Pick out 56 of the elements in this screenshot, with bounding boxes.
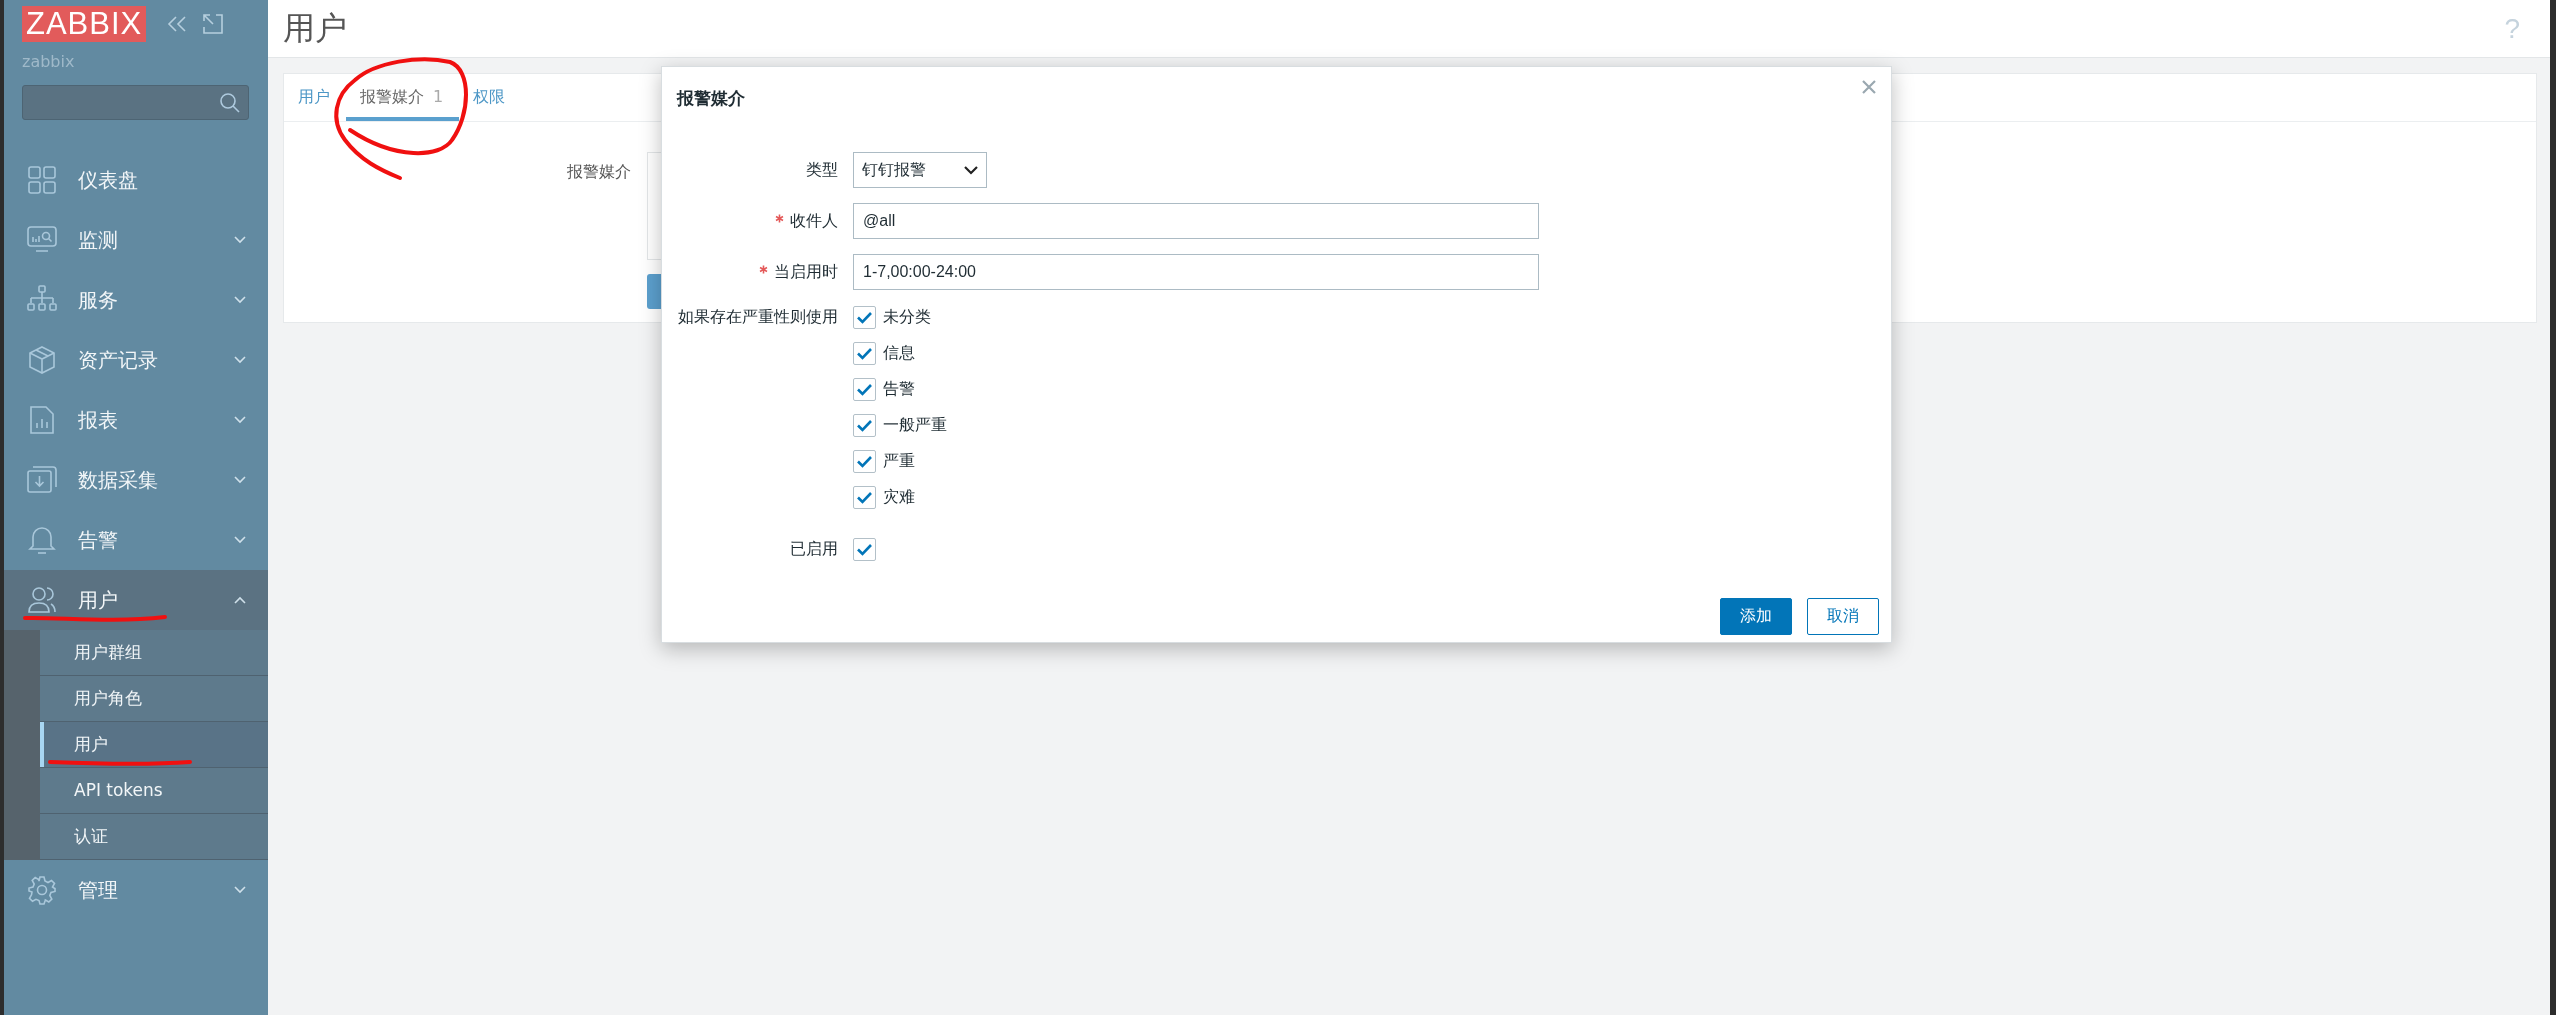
- checkbox[interactable]: [853, 305, 876, 329]
- checkbox[interactable]: [853, 413, 876, 437]
- tab[interactable]: 权限: [459, 74, 522, 121]
- report-icon: [27, 405, 57, 435]
- menu-item[interactable]: 数据采集: [4, 450, 268, 510]
- submenu-item[interactable]: 用户: [40, 722, 268, 768]
- import-icon: [27, 465, 57, 495]
- input-field[interactable]: @all: [853, 203, 1539, 239]
- page-title: 用户: [283, 7, 348, 49]
- field-label: 收件人: [790, 210, 838, 232]
- field-label: 已启用: [790, 538, 838, 560]
- cancel-button[interactable]: 取消: [1807, 598, 1879, 635]
- server-name: zabbix: [22, 52, 75, 71]
- monitor-icon: [27, 225, 57, 255]
- box-icon: [27, 345, 57, 375]
- gear-icon: [27, 875, 57, 905]
- expand-icon: [202, 13, 225, 35]
- menu-item[interactable]: 告警: [4, 510, 268, 570]
- required-icon: [759, 264, 768, 274]
- bell-icon: [27, 525, 57, 555]
- checkbox-label: 灾难: [883, 486, 915, 508]
- chevron-down-icon: [964, 165, 978, 175]
- field-label: 类型: [806, 159, 838, 181]
- checkbox-label: 告警: [883, 378, 915, 400]
- checkbox[interactable]: [853, 341, 876, 365]
- menu-item[interactable]: 报表: [4, 390, 268, 450]
- field-label: 报警媒介: [566, 161, 631, 183]
- dialog-title: 报警媒介: [677, 87, 746, 110]
- menu-item[interactable]: 资产记录: [4, 330, 268, 390]
- menu-item[interactable]: 仪表盘: [4, 150, 268, 210]
- checkbox-label: 严重: [883, 450, 915, 472]
- checkbox[interactable]: [853, 485, 876, 509]
- collapse-icon: [166, 15, 189, 33]
- checkbox[interactable]: [853, 377, 876, 401]
- required-icon: [775, 213, 784, 223]
- type-select[interactable]: 钉钉报警: [853, 152, 987, 188]
- menu-item[interactable]: 用户: [4, 570, 268, 630]
- menu-item[interactable]: 监测: [4, 210, 268, 270]
- tab[interactable]: 报警媒介 1: [346, 74, 460, 121]
- field-label: 当启用时: [774, 261, 838, 283]
- checkbox-label: 未分类: [883, 306, 931, 328]
- field-label: 如果存在严重性则使用: [678, 306, 838, 328]
- menu-item[interactable]: 服务: [4, 270, 268, 330]
- users-icon: [27, 585, 57, 615]
- search-field[interactable]: [22, 85, 249, 120]
- checkbox-label: 一般严重: [883, 414, 947, 436]
- zabbix-logo[interactable]: ZABBIX: [22, 6, 147, 42]
- menu-item[interactable]: 管理: [4, 860, 268, 920]
- input-field[interactable]: 1-7,00:00-24:00: [853, 254, 1539, 290]
- grid-icon: [27, 165, 57, 195]
- checkbox[interactable]: [853, 537, 876, 561]
- checkbox-label: 信息: [883, 342, 915, 364]
- tab[interactable]: 用户: [284, 74, 346, 121]
- add-button[interactable]: 添加: [1720, 598, 1792, 635]
- search-icon: [219, 92, 241, 114]
- checkbox[interactable]: [853, 449, 876, 473]
